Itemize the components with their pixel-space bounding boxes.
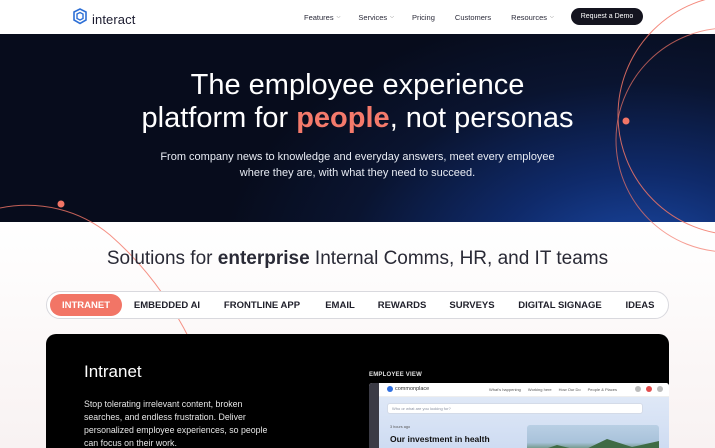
nav-customers[interactable]: Customers	[455, 13, 491, 22]
hero-title-post: , not personas	[389, 102, 574, 134]
nav-label: Customers	[454, 12, 492, 22]
request-demo-button[interactable]: Request a Demo	[571, 8, 643, 25]
card-title: Intranet	[84, 362, 142, 381]
tab-embedded-ai[interactable]: EMBEDDED AI	[127, 292, 207, 318]
hero-subtitle-line2: where they are, with what they need to s…	[239, 167, 476, 179]
mock-logo-icon	[387, 386, 393, 392]
top-nav: interact Features ⌵ Services ⌵ Pricing C…	[0, 0, 715, 34]
hero-title-accent: people	[296, 102, 390, 134]
mock-post-meta: 3 hours ago	[390, 425, 411, 429]
chevron-down-icon: ⌵	[550, 14, 554, 20]
nav-label: Pricing	[411, 12, 435, 22]
main-menu: Features ⌵ Services ⌵ Pricing Customers …	[304, 0, 554, 34]
mock-menu-item: How Our Do	[558, 387, 581, 392]
tab-ideas[interactable]: IDEAS	[617, 292, 663, 318]
title-bold: enterprise	[217, 248, 310, 269]
hero-title-line2: platform for people, not personas	[0, 102, 715, 135]
nav-label: Resources	[511, 12, 548, 22]
bell-icon	[635, 386, 641, 392]
nav-pricing[interactable]: Pricing	[412, 13, 435, 22]
hero-title-pre: platform for	[141, 102, 297, 134]
mock-sidebar	[369, 383, 379, 448]
nav-label: Services	[358, 12, 388, 22]
nav-services[interactable]: Services ⌵	[358, 13, 394, 22]
nav-label: Features	[304, 12, 334, 22]
mock-menu: What's happening Working here How Our Do…	[489, 387, 617, 392]
solutions-title: Solutions for enterprise Internal Comms,…	[0, 248, 715, 270]
avatar	[657, 386, 663, 392]
brand-name: interact	[92, 11, 136, 27]
hero-title-line1: The employee experience	[190, 69, 525, 101]
hero-section: The employee experience platform for peo…	[0, 34, 715, 222]
nav-features[interactable]: Features ⌵	[304, 13, 340, 22]
solution-tabs: INTRANET EMBEDDED AI FRONTLINE APP EMAIL…	[46, 291, 669, 319]
mock-menu-item: People & Places	[587, 387, 617, 392]
mock-post-headline: Our investment in health	[390, 434, 490, 444]
mock-post-image	[527, 425, 659, 448]
mock-menu-item: Working here	[527, 387, 552, 392]
title-post: Internal Comms, HR, and IT teams	[309, 248, 609, 269]
chevron-down-icon: ⌵	[390, 14, 394, 20]
mock-icons	[635, 386, 663, 392]
mock-brand-name: commonplace	[395, 386, 430, 392]
title-pre: Solutions for	[106, 248, 218, 269]
tab-frontline-app[interactable]: FRONTLINE APP	[214, 292, 310, 318]
hero-subtitle-line1: From company news to knowledge and every…	[160, 151, 555, 163]
mock-topbar: commonplace What's happening Working her…	[379, 383, 669, 397]
mock-brand: commonplace	[387, 386, 429, 392]
intranet-card: Intranet Stop tolerating irrelevant cont…	[46, 334, 669, 448]
tab-surveys[interactable]: SURVEYS	[441, 292, 503, 318]
tab-email[interactable]: EMAIL	[315, 292, 365, 318]
tab-intranet[interactable]: INTRANET	[50, 294, 122, 316]
tab-digital-signage[interactable]: DIGITAL SIGNAGE	[510, 292, 610, 318]
mock-search-input: Who or what are you looking for?	[387, 403, 643, 414]
card-body: Stop tolerating irrelevant content, brok…	[84, 399, 268, 448]
nav-resources[interactable]: Resources ⌵	[511, 13, 554, 22]
employee-view-label: EMPLOYEE VIEW	[369, 372, 422, 378]
tab-rewards[interactable]: REWARDS	[369, 292, 435, 318]
employee-view-preview: commonplace What's happening Working her…	[369, 383, 669, 448]
notification-icon	[646, 386, 652, 392]
mock-menu-item: What's happening	[489, 387, 521, 392]
interact-logo-icon	[72, 8, 88, 30]
chevron-down-icon: ⌵	[336, 14, 341, 20]
brand-logo[interactable]: interact	[72, 8, 135, 30]
